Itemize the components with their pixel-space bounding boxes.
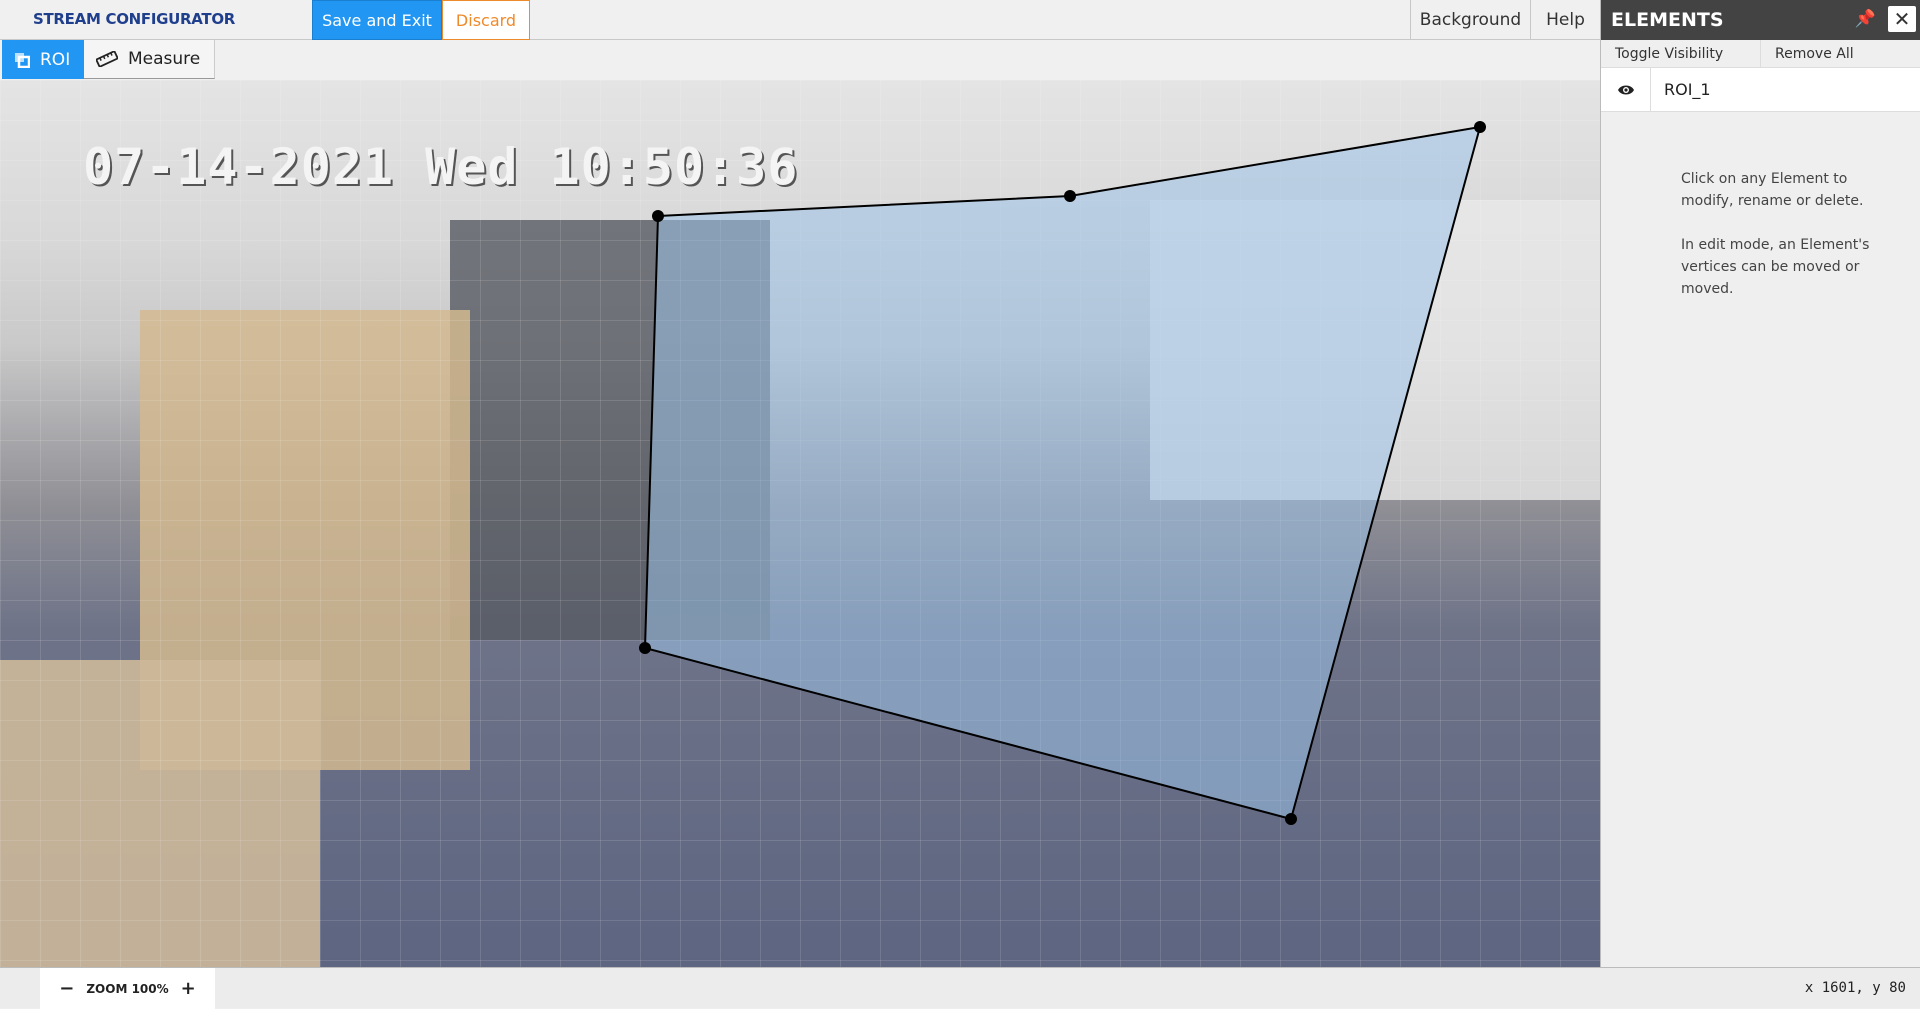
roi-vertex[interactable] xyxy=(1064,190,1076,202)
zoom-out-button[interactable]: − xyxy=(59,978,74,999)
hint-text-2: In edit mode, an Element's vertices can … xyxy=(1681,237,1870,297)
element-name: ROI_1 xyxy=(1664,80,1711,99)
list-item[interactable]: ROI_1 xyxy=(1601,68,1920,112)
roi-vertex[interactable] xyxy=(1474,121,1486,133)
hint-text-1: Click on any Element to modify, rename o… xyxy=(1681,171,1864,209)
panel-actions: Toggle Visibility Remove All xyxy=(1601,40,1920,68)
cursor-coords: x 1601, y 80 xyxy=(1804,980,1906,996)
roi-polygon[interactable] xyxy=(643,125,1482,821)
panel-header: ELEMENTS 📌 ✕ xyxy=(1601,0,1920,40)
zoom-control: − ZOOM 100% + xyxy=(40,968,215,1009)
status-bar: − ZOOM 100% + x 1601, y 80 xyxy=(0,967,1920,1009)
panel-title: ELEMENTS xyxy=(1611,9,1724,31)
close-icon[interactable]: ✕ xyxy=(1888,6,1916,32)
tab-roi[interactable]: ROI xyxy=(2,40,84,79)
remove-all-button[interactable]: Remove All xyxy=(1761,40,1854,67)
roi-icon xyxy=(15,52,30,68)
background-button[interactable]: Background xyxy=(1410,0,1530,40)
eye-icon xyxy=(1617,85,1634,94)
tab-measure-label: Measure xyxy=(128,49,201,69)
visibility-toggle[interactable] xyxy=(1601,68,1651,111)
video-canvas[interactable]: 07-14-2021 Wed 10:50:36 xyxy=(0,80,1600,967)
toggle-visibility-button[interactable]: Toggle Visibility xyxy=(1601,40,1761,67)
pin-icon[interactable]: 📌 xyxy=(1855,9,1876,29)
panel-hint: Click on any Element to modify, rename o… xyxy=(1681,168,1881,300)
app-title: STREAM CONFIGURATOR xyxy=(33,10,236,28)
help-button[interactable]: Help xyxy=(1530,0,1600,40)
tab-roi-label: ROI xyxy=(40,49,71,70)
elements-panel: ELEMENTS 📌 ✕ Toggle Visibility Remove Al… xyxy=(1600,0,1920,967)
save-and-exit-button[interactable]: Save and Exit xyxy=(312,0,442,40)
top-bar: STREAM CONFIGURATOR Save and Exit Discar… xyxy=(0,0,1600,40)
roi-vertex[interactable] xyxy=(639,642,651,654)
roi-vertex[interactable] xyxy=(1285,813,1297,825)
tab-measure[interactable]: Measure xyxy=(84,40,215,79)
zoom-in-button[interactable]: + xyxy=(181,978,196,999)
ruler-icon xyxy=(96,51,118,67)
roi-vertex[interactable] xyxy=(652,210,664,222)
roi-layer xyxy=(639,121,1486,825)
discard-button[interactable]: Discard xyxy=(442,0,530,40)
zoom-label: ZOOM 100% xyxy=(86,981,169,996)
tool-row: ROI Measure xyxy=(0,40,1600,80)
